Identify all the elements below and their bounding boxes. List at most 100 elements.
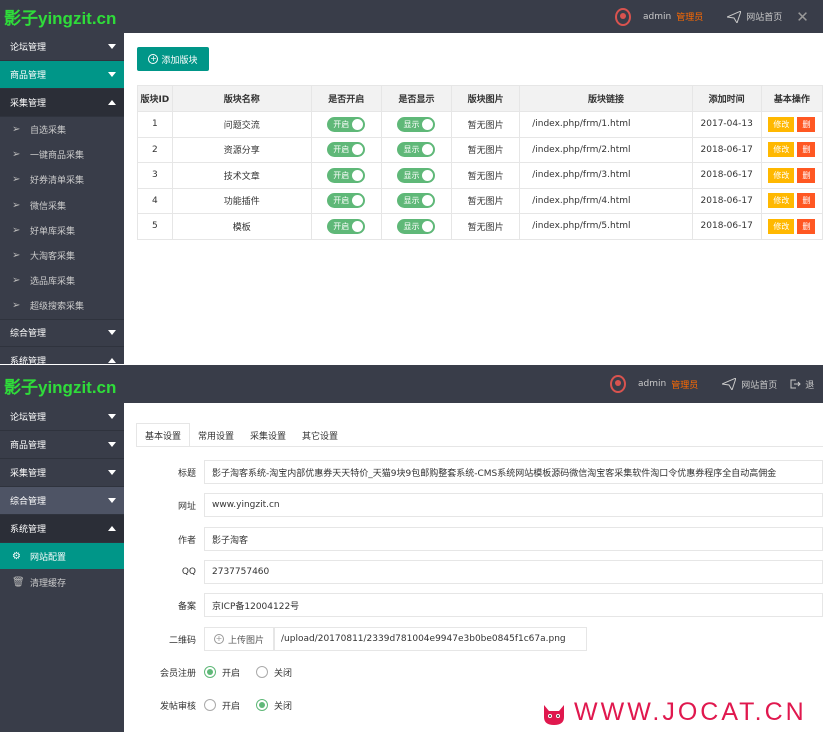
send-icon: ➢ bbox=[12, 124, 21, 136]
sidebar-subitem[interactable]: ➢ 微信采集 bbox=[0, 192, 124, 218]
username[interactable]: admin bbox=[643, 12, 671, 22]
cell-id: 2 bbox=[137, 136, 173, 163]
open-toggle[interactable]: 开启 bbox=[327, 193, 366, 209]
settings-tabs: 基本设置 常用设置 采集设置 其它设置 bbox=[136, 423, 346, 447]
tab-other[interactable]: 其它设置 bbox=[294, 423, 346, 447]
url-field[interactable]: www.yingzit.cn bbox=[204, 493, 823, 517]
plus-icon: + bbox=[213, 634, 224, 644]
sidebar-item-system[interactable]: 系统管理 bbox=[0, 347, 124, 364]
tab-collect[interactable]: 采集设置 bbox=[242, 423, 294, 447]
radio-checked-icon bbox=[256, 699, 268, 711]
sidebar-item-forum[interactable]: 论坛管理 bbox=[0, 33, 124, 61]
sidebar-subitem[interactable]: ➢ 超级搜索采集 bbox=[0, 293, 124, 319]
cell-img: 暂无图片 bbox=[451, 162, 521, 189]
title-field[interactable]: 影子淘客系统-淘宝内部优惠券天天特价_天猫9块9包邮购整套系统-CMS系统网站模… bbox=[204, 460, 823, 484]
show-toggle[interactable]: 显示 bbox=[397, 116, 436, 132]
cell-time: 2018-06-17 bbox=[691, 187, 762, 214]
send-icon: ➢ bbox=[12, 275, 21, 287]
edit-button[interactable]: 修改 bbox=[768, 142, 795, 158]
url-label: 网址 bbox=[177, 501, 196, 512]
qq-row: QQ 2737757460 bbox=[124, 560, 823, 584]
sidebar-item-goods[interactable]: 商品管理 bbox=[0, 431, 124, 459]
cell-open: 开启 bbox=[310, 213, 382, 240]
sidebar-subitem-clear-cache[interactable]: 🗑 清理缓存 bbox=[0, 569, 124, 595]
sidebar-subitem[interactable]: ➢ 自选采集 bbox=[0, 117, 124, 143]
logout-link[interactable]: 退 bbox=[789, 378, 814, 391]
chevron-down-icon bbox=[108, 498, 116, 503]
register-off-radio[interactable]: 关闭 bbox=[256, 666, 292, 679]
close-icon[interactable]: ✕ bbox=[796, 8, 809, 26]
show-toggle[interactable]: 显示 bbox=[397, 218, 436, 234]
qrcode-path-field[interactable]: /upload/20170811/2339d781004e9947e3b0be0… bbox=[274, 627, 587, 651]
sidebar-item-goods[interactable]: 商品管理 bbox=[0, 61, 124, 89]
cell-img: 暂无图片 bbox=[451, 111, 521, 138]
trash-icon: 🗑 bbox=[12, 576, 25, 588]
open-toggle[interactable]: 开启 bbox=[327, 142, 366, 158]
delete-button[interactable]: 删 bbox=[797, 167, 816, 183]
title-row: 标题 影子淘客系统-淘宝内部优惠券天天特价_天猫9块9包邮购整套系统-CMS系统… bbox=[124, 460, 823, 484]
sidebar-item-general[interactable]: 综合管理 bbox=[0, 318, 124, 347]
send-icon: ➢ bbox=[12, 224, 21, 236]
audit-off-radio[interactable]: 关闭 bbox=[256, 699, 292, 712]
logout-label: 退 bbox=[805, 380, 815, 391]
tab-common[interactable]: 常用设置 bbox=[190, 423, 242, 447]
delete-button[interactable]: 删 bbox=[797, 193, 816, 209]
add-section-button[interactable]: + 添加版块 bbox=[137, 47, 209, 71]
upload-button[interactable]: + 上传图片 bbox=[204, 627, 274, 651]
delete-button[interactable]: 删 bbox=[797, 218, 816, 234]
sidebar-subitem[interactable]: ➢ 大淘客采集 bbox=[0, 242, 124, 269]
show-toggle[interactable]: 显示 bbox=[397, 142, 436, 158]
radio-label: 开启 bbox=[222, 668, 241, 679]
open-toggle[interactable]: 开启 bbox=[327, 116, 366, 132]
avatar-icon[interactable] bbox=[610, 375, 626, 393]
sidebar-item-collect[interactable]: 采集管理 bbox=[0, 459, 124, 487]
sidebar-subitem[interactable]: ➢ 选品库采集 bbox=[0, 268, 124, 294]
edit-button[interactable]: 修改 bbox=[768, 167, 795, 183]
icp-field[interactable]: 京ICP备12004122号 bbox=[204, 593, 823, 617]
cell-img: 暂无图片 bbox=[451, 213, 521, 240]
sidebar-item-label: 采集管理 bbox=[10, 99, 47, 109]
chevron-down-icon bbox=[108, 72, 116, 77]
sidebar-item-general[interactable]: 综合管理 bbox=[0, 487, 124, 515]
cell-actions: 修改删 bbox=[760, 213, 823, 240]
open-toggle[interactable]: 开启 bbox=[327, 167, 366, 183]
user-area: admin 管理员 网站首页 ✕ bbox=[615, 0, 809, 33]
audit-on-radio[interactable]: 开启 bbox=[204, 699, 240, 712]
avatar-icon[interactable] bbox=[615, 7, 631, 26]
home-link[interactable]: 网站首页 bbox=[727, 10, 782, 23]
sidebar-subitem[interactable]: ➢ 好单库采集 bbox=[0, 217, 124, 243]
register-on-radio[interactable]: 开启 bbox=[204, 666, 240, 679]
table-header: 版块ID 版块名称 是否开启 是否显示 版块图片 版块链接 添加时间 基本操作 bbox=[137, 85, 823, 112]
qq-label: QQ bbox=[181, 567, 196, 577]
cell-time: 2017-04-13 bbox=[691, 111, 762, 138]
radio-unchecked-icon bbox=[256, 666, 268, 678]
sidebar-subitem[interactable]: ➢ 一键商品采集 bbox=[0, 142, 124, 168]
sidebar-subitem-site-config[interactable]: ⚙ 网站配置 bbox=[0, 543, 124, 569]
open-toggle[interactable]: 开启 bbox=[327, 218, 366, 234]
edit-button[interactable]: 修改 bbox=[768, 193, 795, 209]
sidebar-subitem[interactable]: ➢ 好券清单采集 bbox=[0, 167, 124, 193]
home-link[interactable]: 网站首页 bbox=[722, 378, 777, 391]
delete-button[interactable]: 删 bbox=[797, 116, 816, 132]
qq-field[interactable]: 2737757460 bbox=[204, 560, 823, 584]
cat-logo-icon bbox=[544, 704, 564, 725]
sidebar-item-label: 商品管理 bbox=[10, 71, 47, 81]
sidebar-item-forum[interactable]: 论坛管理 bbox=[0, 403, 124, 431]
logo: 影子yingzit.cn bbox=[4, 378, 117, 397]
sidebar-item-system[interactable]: 系统管理 bbox=[0, 515, 124, 543]
cell-time: 2018-06-17 bbox=[691, 162, 762, 189]
url-row: 网址 www.yingzit.cn bbox=[124, 493, 823, 517]
radio-unchecked-icon bbox=[204, 699, 216, 711]
edit-button[interactable]: 修改 bbox=[768, 218, 795, 234]
author-field[interactable]: 影子淘客 bbox=[204, 527, 823, 551]
username[interactable]: admin bbox=[638, 379, 666, 389]
show-toggle[interactable]: 显示 bbox=[397, 167, 436, 183]
sidebar-item-collect[interactable]: 采集管理 bbox=[0, 89, 124, 117]
delete-button[interactable]: 删 bbox=[797, 142, 816, 158]
radio-checked-icon bbox=[204, 666, 216, 678]
edit-button[interactable]: 修改 bbox=[768, 116, 795, 132]
cell-link: /index.php/frm/5.html bbox=[519, 213, 693, 240]
tab-basic[interactable]: 基本设置 bbox=[136, 423, 191, 447]
show-toggle[interactable]: 显示 bbox=[397, 193, 436, 209]
sidebar-item-label: 系统管理 bbox=[10, 525, 47, 535]
